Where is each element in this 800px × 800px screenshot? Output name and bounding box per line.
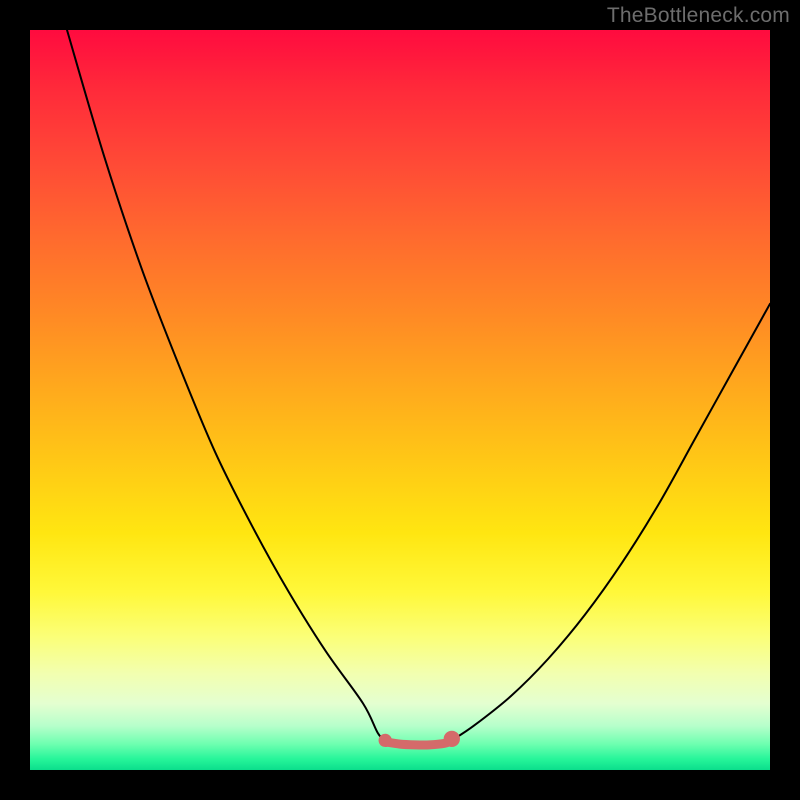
plot-svg xyxy=(30,30,770,770)
valley-segment xyxy=(385,740,452,745)
right-curve xyxy=(452,304,770,741)
chart-stage: TheBottleneck.com xyxy=(0,0,800,800)
valley-marker-0 xyxy=(379,734,392,747)
valley-marker-1 xyxy=(444,731,460,747)
left-curve xyxy=(67,30,385,740)
plot-area xyxy=(30,30,770,770)
watermark-text: TheBottleneck.com xyxy=(607,4,790,28)
